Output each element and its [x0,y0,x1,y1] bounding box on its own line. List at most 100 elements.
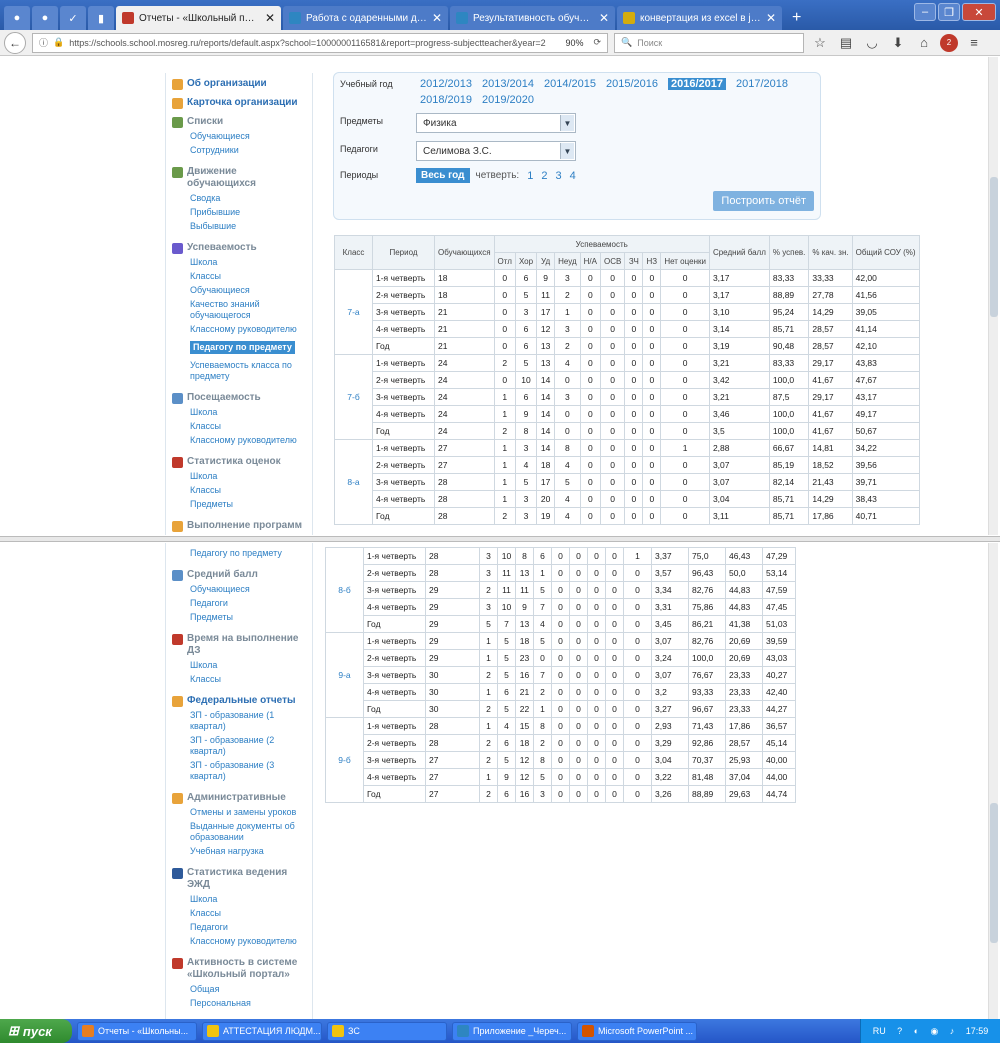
sidebar-heading[interactable]: Средний балл [172,569,306,581]
sidebar-link[interactable]: Классы [172,271,306,282]
quarter-link[interactable]: 3 [555,170,561,182]
sidebar-link[interactable]: Отмены и замены уроков [172,807,306,818]
taskbar-item[interactable]: Приложение _Череч... [452,1021,572,1041]
sidebar-link[interactable]: Классы [172,485,306,496]
sidebar-link[interactable]: Обучающиеся [172,584,306,595]
sidebar-link[interactable]: Прибывшие [172,207,306,218]
year-link[interactable]: 2014/2015 [544,78,596,90]
new-tab-button[interactable]: + [784,9,809,30]
sidebar-link[interactable]: Выбывшие [172,221,306,232]
home-icon[interactable]: ⌂ [914,33,934,53]
download-icon[interactable]: ⬇ [888,33,908,53]
sidebar-link[interactable]: Педагогу по предмету [190,341,295,354]
year-link[interactable]: 2017/2018 [736,78,788,90]
sidebar-link[interactable]: Школа [172,660,306,671]
class-cell[interactable]: 9-б [325,717,364,803]
bookmark-star-icon[interactable]: ☆ [810,33,830,53]
class-cell[interactable]: 8-а [334,439,373,525]
sidebar-link[interactable]: Педагоги [172,922,306,933]
sidebar-link[interactable]: Успеваемость класса по предмету [172,360,306,382]
minimize-icon[interactable]: – [914,3,936,21]
pinned-tab[interactable]: ● [4,6,30,30]
class-cell[interactable]: 9-а [325,632,364,718]
class-cell[interactable]: 8-б [325,547,364,633]
adblock-icon[interactable]: 2 [940,33,958,52]
bottom-scrollbar[interactable] [988,543,998,1019]
sidebar-link[interactable]: Качество знаний обучающегося [172,299,306,321]
pocket-icon[interactable]: ◡ [862,33,882,53]
sidebar-link[interactable]: Сотрудники [172,145,306,156]
sidebar-link[interactable]: Классы [172,674,306,685]
pinned-tab[interactable]: ▮ [88,6,114,30]
sidebar-heading[interactable]: Списки [172,116,306,128]
sidebar-link[interactable]: Школа [172,407,306,418]
year-link[interactable]: 2012/2013 [420,78,472,90]
browser-tab[interactable]: Работа с одаренными детьми ✕ [283,6,448,30]
sidebar-heading[interactable]: Успеваемость [172,242,306,254]
year-link[interactable]: 2018/2019 [420,94,472,106]
sidebar-link[interactable]: Обучающиеся [172,131,306,142]
quarter-link[interactable]: 4 [570,170,576,182]
quarter-link[interactable]: 2 [541,170,547,182]
address-bar[interactable]: ⓘ 🔒 https://schools.school.mosreg.ru/rep… [32,32,608,53]
class-cell[interactable]: 7-б [334,354,373,440]
help-icon[interactable]: ? [897,1026,902,1036]
sidebar-heading[interactable]: Время на выполнение ДЗ [172,633,306,657]
sidebar-link[interactable]: Учебная нагрузка [172,846,306,857]
sidebar-heading[interactable]: Федеральные отчеты [172,695,306,707]
sidebar-link[interactable]: ЗП - образование (3 квартал) [172,760,306,782]
sidebar-link[interactable]: Классному руководителю [172,936,306,947]
sidebar-link[interactable]: Классному руководителю [172,324,306,335]
menu-icon[interactable]: ≡ [964,33,984,53]
split-divider[interactable] [0,536,1000,542]
taskbar-item[interactable]: ЗС [327,1021,447,1041]
clock[interactable]: 17:59 [966,1026,989,1036]
back-button[interactable]: ← [4,31,26,54]
scrollbar-thumb[interactable] [990,803,998,943]
network-icon[interactable]: ◐ [914,1026,919,1036]
sidebar-link[interactable]: Сводка [172,193,306,204]
close-tab-icon[interactable]: ✕ [265,11,275,25]
top-scrollbar[interactable] [988,57,998,535]
browser-tab[interactable]: конвертация из excel в jpg ... ✕ [617,6,782,30]
sidebar-link[interactable]: Школа [172,894,306,905]
sidebar-link[interactable]: ЗП - образование (2 квартал) [172,735,306,757]
pinned-tab[interactable]: ✓ [60,6,86,30]
sidebar-link[interactable]: Классы [172,421,306,432]
sidebar-link[interactable]: Школа [172,257,306,268]
start-button[interactable]: ⊞ пуск [0,1019,72,1043]
security-icon[interactable]: ◉ [930,1026,938,1037]
sidebar-link[interactable]: Классы [172,908,306,919]
sidebar-link[interactable]: ЗП - образование (1 квартал) [172,710,306,732]
sidebar-heading[interactable]: Административные [172,792,306,804]
sidebar-heading[interactable]: Об организации [172,78,306,90]
url-text[interactable]: https://schools.school.mosreg.ru/reports… [69,38,555,48]
sidebar-link[interactable]: Общая [172,984,306,995]
sidebar-link[interactable]: Школа [172,471,306,482]
sidebar-heading[interactable]: Движение обучающихся [172,166,306,190]
year-link[interactable]: 2013/2014 [482,78,534,90]
close-tab-icon[interactable]: ✕ [432,11,442,25]
sidebar-heading[interactable]: Статистика оценок [172,456,306,468]
volume-icon[interactable]: ♪ [950,1026,955,1036]
sidebar-link[interactable]: Персональная [172,998,306,1009]
taskbar-item[interactable]: Отчеты - «Школьны... [77,1021,197,1041]
sidebar-heading[interactable]: Активность в системе «Школьный портал» [172,957,306,981]
search-input[interactable]: 🔍 Поиск [614,32,804,53]
taskbar-item[interactable]: Microsoft PowerPoint ... [577,1021,697,1041]
subject-select[interactable]: Физика ▼ [416,113,576,133]
year-link[interactable]: 2019/2020 [482,94,534,106]
quarter-link[interactable]: 1 [527,170,533,182]
all-year-button[interactable]: Весь год [416,168,470,183]
maximize-icon[interactable]: ❐ [938,3,960,21]
class-cell[interactable]: 7-а [334,269,373,355]
reload-icon[interactable]: ⟳ [593,37,601,48]
sidebar-link[interactable]: Педагоги [172,598,306,609]
scrollbar-thumb[interactable] [990,177,998,317]
reading-list-icon[interactable]: ▤ [836,33,856,53]
sidebar-link[interactable]: Предметы [172,499,306,510]
language-indicator[interactable]: RU [873,1026,886,1036]
sidebar-heading[interactable]: Карточка организации [172,97,306,109]
taskbar-item[interactable]: АТТЕСТАЦИЯ ЛЮДМ... [202,1021,322,1041]
sidebar-heading[interactable]: Посещаемость [172,392,306,404]
